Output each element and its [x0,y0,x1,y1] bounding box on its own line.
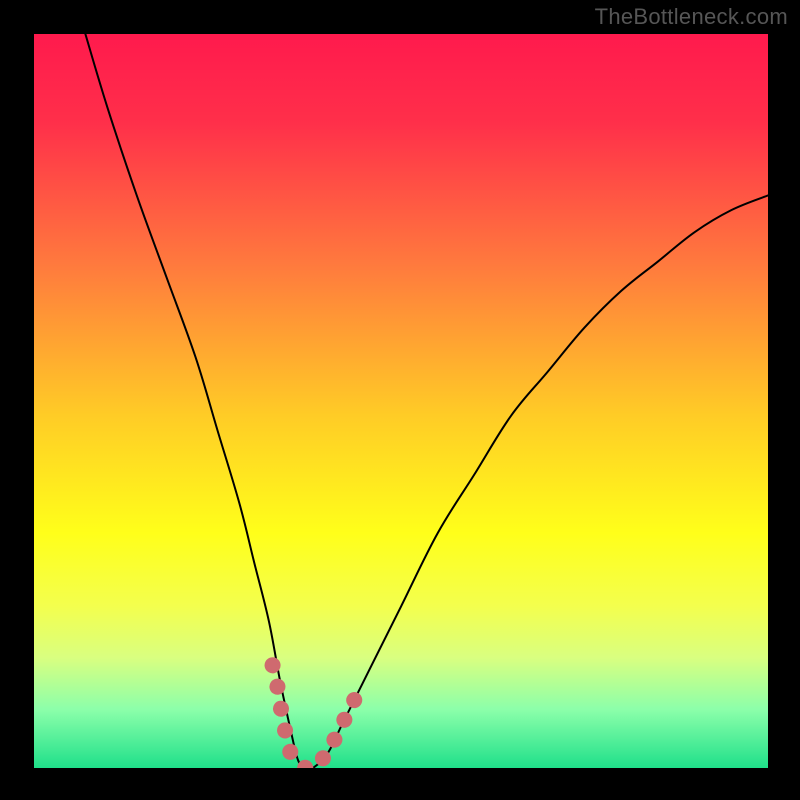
chart-container: TheBottleneck.com [0,0,800,800]
plot-background [34,34,768,768]
bottleneck-chart [0,0,800,800]
watermark-text: TheBottleneck.com [595,4,788,30]
